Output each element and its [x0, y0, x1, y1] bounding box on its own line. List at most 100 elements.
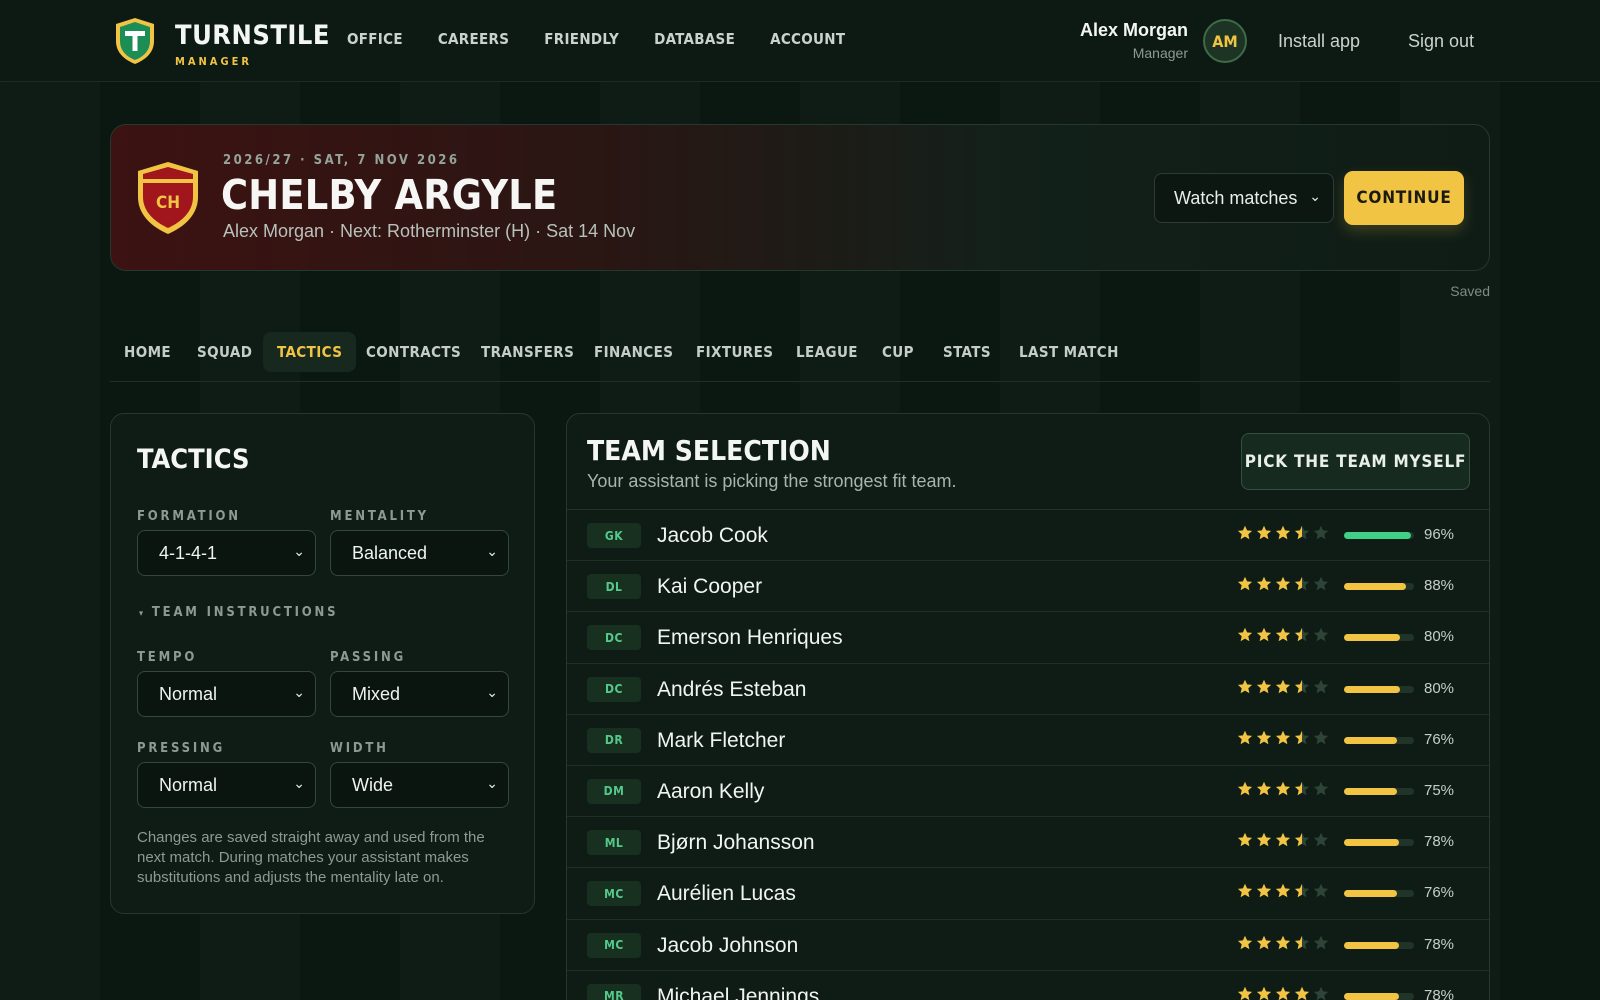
- club-crest-initials: CH: [155, 193, 181, 213]
- player-row[interactable]: ML Bjørn Johansson 78%: [567, 817, 1489, 869]
- star-icon: [1237, 628, 1253, 642]
- club-subtitle: Alex Morgan · Next: Rotherminster (H) · …: [223, 221, 636, 241]
- topnav-account[interactable]: ACCOUNT: [770, 30, 845, 48]
- tab-squad[interactable]: SQUAD: [183, 332, 266, 372]
- top-bar: TURNSTILE MANAGER OFFICE CAREERS FRIENDL…: [0, 0, 1600, 82]
- star-icon: [1237, 986, 1253, 1000]
- chevron-down-icon: ⌄: [486, 775, 498, 791]
- topnav-office[interactable]: OFFICE: [347, 30, 403, 48]
- player-row[interactable]: GK Jacob Cook 96%: [567, 510, 1489, 562]
- star-icon: [1237, 781, 1253, 796]
- tab-cup[interactable]: CUP: [868, 332, 928, 372]
- player-position-badge: ML: [587, 830, 641, 856]
- fitness-bar: [1344, 787, 1414, 795]
- brand-subtitle: MANAGER: [175, 55, 252, 68]
- player-name: Andrés Esteban: [657, 677, 807, 701]
- player-rating-stars: [1237, 627, 1329, 643]
- install-app-link[interactable]: Install app: [1278, 31, 1360, 52]
- team-instructions-label: TEAM INSTRUCTIONS: [151, 605, 339, 620]
- star-icon: [1275, 986, 1291, 1000]
- player-row[interactable]: MC Jacob Johnson 78%: [567, 920, 1489, 971]
- tactics-title: TACTICS: [137, 444, 250, 475]
- star-icon: [1313, 935, 1329, 949]
- player-name: Michael Jennings: [657, 984, 820, 1000]
- fitness-bar-fill: [1344, 839, 1399, 847]
- star-icon: [1275, 679, 1291, 693]
- star-icon: [1237, 884, 1253, 898]
- star-icon: [1294, 935, 1310, 949]
- tab-finances[interactable]: FINANCES: [580, 332, 687, 372]
- fitness-bar: [1344, 583, 1414, 591]
- player-row[interactable]: DR Mark Fletcher 76%: [567, 715, 1489, 766]
- player-name: Aurélien Lucas: [657, 882, 796, 906]
- fitness-percent: 76%: [1424, 884, 1455, 902]
- pick-team-myself-button[interactable]: PICK THE TEAM MYSELF: [1241, 433, 1470, 490]
- player-position-badge: MC: [587, 881, 641, 907]
- tab-league[interactable]: LEAGUE: [782, 332, 872, 372]
- star-icon: [1256, 986, 1272, 1000]
- player-row[interactable]: DC Andrés Esteban 80%: [567, 664, 1489, 715]
- sign-out-link[interactable]: Sign out: [1408, 31, 1474, 52]
- chevron-down-icon: ⌄: [293, 775, 305, 791]
- tab-transfers[interactable]: TRANSFERS: [467, 332, 588, 372]
- pressing-select[interactable]: Normal ⌄: [137, 762, 316, 808]
- chevron-down-icon: ⌄: [293, 684, 305, 700]
- star-icon: [1237, 525, 1253, 540]
- player-row[interactable]: MC Aurélien Lucas 76%: [567, 868, 1489, 920]
- team-selection-title: TEAM SELECTION: [587, 434, 831, 467]
- passing-select[interactable]: Mixed ⌄: [330, 671, 509, 717]
- tab-home[interactable]: HOME: [110, 332, 185, 372]
- mentality-label: MENTALITY: [330, 509, 429, 524]
- club-header-card: CH 2026/27 · SAT, 7 NOV 2026 CHELBY ARGY…: [110, 124, 1490, 271]
- topnav-friendly[interactable]: FRIENDLY: [544, 30, 619, 48]
- topnav-database[interactable]: DATABASE: [654, 30, 735, 48]
- player-position-badge: MC: [587, 932, 641, 958]
- player-rating-stars: [1237, 730, 1329, 746]
- fitness-bar-fill: [1344, 890, 1398, 898]
- player-rating-stars: [1237, 832, 1329, 848]
- team-instructions-toggle[interactable]: ▾ TEAM INSTRUCTIONS: [139, 605, 338, 620]
- star-icon: [1237, 730, 1253, 744]
- season-date: 2026/27 · SAT, 7 NOV 2026: [223, 153, 460, 168]
- team-selection-subtitle: Your assistant is picking the strongest …: [587, 471, 957, 491]
- fitness-percent: 78%: [1424, 986, 1455, 1000]
- mentality-select[interactable]: Balanced ⌄: [330, 530, 509, 576]
- star-icon: [1294, 832, 1310, 847]
- player-row[interactable]: DC Emerson Henriques 80%: [567, 612, 1489, 664]
- tactics-note: Changes are saved straight away and used…: [137, 829, 485, 886]
- player-row[interactable]: MR Michael Jennings 78%: [567, 971, 1489, 1000]
- tab-contracts[interactable]: CONTRACTS: [352, 332, 475, 372]
- tempo-select[interactable]: Normal ⌄: [137, 671, 316, 717]
- tab-last-match[interactable]: LAST MATCH: [1005, 332, 1133, 372]
- player-rating-stars: [1237, 883, 1329, 899]
- width-value: Wide: [352, 774, 394, 795]
- player-row[interactable]: DL Kai Cooper 88%: [567, 561, 1489, 613]
- avatar[interactable]: AM: [1203, 19, 1247, 63]
- width-select[interactable]: Wide ⌄: [330, 762, 509, 808]
- continue-button[interactable]: CONTINUE: [1344, 171, 1464, 225]
- formation-select[interactable]: 4-1-4-1 ⌄: [137, 530, 316, 576]
- star-icon: [1256, 935, 1272, 949]
- tab-fixtures[interactable]: FIXTURES: [682, 332, 787, 372]
- star-icon: [1313, 628, 1329, 642]
- star-icon: [1275, 935, 1291, 949]
- star-icon: [1237, 935, 1253, 949]
- fitness-percent: 80%: [1424, 679, 1455, 697]
- fitness-bar-fill: [1344, 685, 1400, 693]
- star-icon: [1313, 832, 1329, 847]
- fitness-bar: [1344, 736, 1414, 744]
- mentality-value: Balanced: [352, 542, 428, 563]
- star-icon: [1294, 628, 1310, 642]
- fitness-percent: 88%: [1424, 577, 1455, 595]
- top-nav: OFFICE CAREERS FRIENDLY DATABASE ACCOUNT: [347, 30, 880, 48]
- turnstile-logo-icon[interactable]: [114, 17, 156, 65]
- tab-tactics[interactable]: TACTICS: [263, 332, 357, 372]
- passing-value: Mixed: [352, 683, 401, 704]
- watch-matches-select[interactable]: Watch matches ⌄: [1154, 173, 1334, 223]
- player-row[interactable]: DM Aaron Kelly 75%: [567, 766, 1489, 818]
- tab-stats[interactable]: STATS: [929, 332, 1005, 372]
- topnav-careers[interactable]: CAREERS: [438, 30, 509, 48]
- player-name: Emerson Henriques: [657, 626, 843, 650]
- star-icon: [1256, 628, 1272, 642]
- fitness-bar: [1344, 634, 1414, 642]
